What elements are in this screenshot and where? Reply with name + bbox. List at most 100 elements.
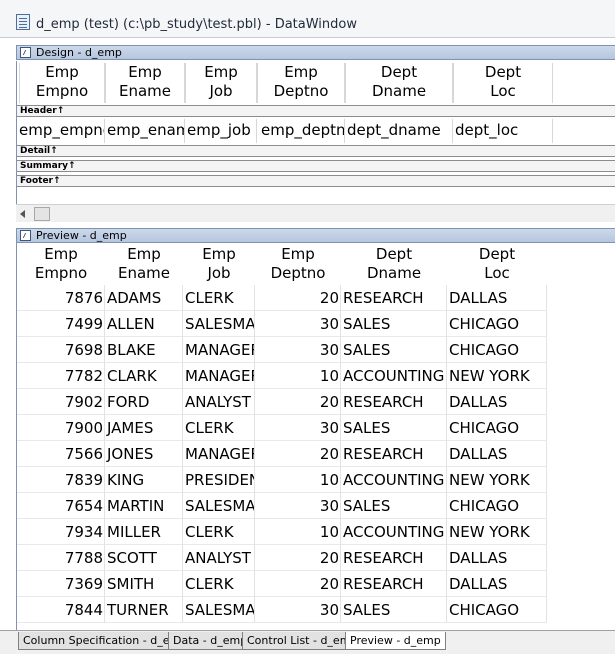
- cell-empno[interactable]: 7782: [17, 363, 105, 389]
- cell-empno[interactable]: 7844: [17, 597, 105, 623]
- cell-job[interactable]: SALESMAN: [183, 493, 255, 519]
- cell-empno[interactable]: 7499: [17, 311, 105, 337]
- cell-dname[interactable]: ACCOUNTING: [341, 467, 447, 493]
- cell-empno[interactable]: 7934: [17, 519, 105, 545]
- cell-empno[interactable]: 7902: [17, 389, 105, 415]
- cell-job[interactable]: MANAGER: [183, 363, 255, 389]
- table-row[interactable]: 7844TURNERSALESMAN30SALESCHICAGO: [17, 597, 548, 623]
- cell-dname[interactable]: RESEARCH: [341, 441, 447, 467]
- cell-loc[interactable]: CHICAGO: [447, 415, 547, 441]
- table-row[interactable]: 7788 SCOTT ANALYST 20 RESEARCH DALLAS: [17, 545, 548, 571]
- design-header-loc[interactable]: Dept Loc: [453, 63, 553, 103]
- table-row[interactable]: 7654MARTINSALESMAN30SALESCHICAGO: [17, 493, 548, 519]
- cell-dname[interactable]: ACCOUNTING: [341, 363, 447, 389]
- cell-loc[interactable]: DALLAS: [447, 571, 547, 597]
- cell-job[interactable]: MANAGER: [183, 337, 255, 363]
- cell-loc[interactable]: DALLAS: [447, 389, 547, 415]
- cell-ename[interactable]: JAMES: [105, 415, 183, 441]
- cell-deptno[interactable]: 30: [255, 337, 341, 363]
- cell-job[interactable]: ANALYST: [183, 389, 255, 415]
- table-row[interactable]: 7566 JONES MANAGER 20 RESEARCH DALLAS: [17, 441, 548, 467]
- cell-deptno[interactable]: 30: [255, 415, 341, 441]
- design-panel-header[interactable]: Design - d_emp: [16, 45, 615, 60]
- design-column-dept-dname[interactable]: dept_dname: [345, 119, 453, 143]
- cell-dname[interactable]: RESEARCH: [341, 389, 447, 415]
- table-row[interactable]: 7369 SMITH CLERK 20 RESEARCH DALLAS: [17, 571, 548, 597]
- cell-empno[interactable]: 7654: [17, 493, 105, 519]
- cell-job[interactable]: CLERK: [183, 519, 255, 545]
- cell-deptno[interactable]: 30: [255, 493, 341, 519]
- cell-dname[interactable]: SALES: [341, 337, 447, 363]
- design-column-emp-ename[interactable]: emp_ename: [105, 119, 185, 143]
- cell-loc[interactable]: DALLAS: [447, 441, 547, 467]
- cell-ename[interactable]: SMITH: [105, 571, 183, 597]
- cell-loc[interactable]: CHICAGO: [447, 337, 547, 363]
- cell-deptno[interactable]: 10: [255, 363, 341, 389]
- design-column-emp-deptno[interactable]: emp_deptno: [257, 119, 345, 143]
- cell-ename[interactable]: MARTIN: [105, 493, 183, 519]
- header-band-bar[interactable]: Header↑: [17, 105, 615, 117]
- cell-ename[interactable]: BLAKE: [105, 337, 183, 363]
- tab-column-specification[interactable]: Column Specification - d_emp: [18, 632, 193, 650]
- cell-loc[interactable]: NEW YORK: [447, 363, 547, 389]
- design-column-emp-empno[interactable]: emp_empno: [17, 119, 105, 143]
- cell-job[interactable]: PRESIDENT: [183, 467, 255, 493]
- cell-job[interactable]: CLERK: [183, 415, 255, 441]
- footer-band-bar[interactable]: Footer↑: [17, 175, 615, 187]
- cell-dname[interactable]: SALES: [341, 493, 447, 519]
- cell-empno[interactable]: 7900: [17, 415, 105, 441]
- cell-deptno[interactable]: 30: [255, 597, 341, 623]
- design-column-emp-job[interactable]: emp_job: [185, 119, 257, 143]
- cell-deptno[interactable]: 10: [255, 467, 341, 493]
- design-header-dname[interactable]: Dept Dname: [345, 63, 453, 103]
- preview-grid[interactable]: Emp Empno Emp Ename Emp Job Emp Deptno D…: [16, 243, 615, 630]
- cell-loc[interactable]: NEW YORK: [447, 467, 547, 493]
- table-row[interactable]: 7902 FORD ANALYST 20 RESEARCH DALLAS: [17, 389, 548, 415]
- scroll-thumb[interactable]: [34, 207, 50, 221]
- table-row[interactable]: 7782 CLARK MANAGER 10 ACCOUNTING NEW YORK: [17, 363, 548, 389]
- design-canvas[interactable]: Emp Empno Emp Ename Emp Job Emp Deptno D…: [16, 61, 615, 204]
- design-header-empno[interactable]: Emp Empno: [19, 63, 105, 103]
- tab-data[interactable]: Data - d_emp: [168, 632, 253, 650]
- cell-deptno[interactable]: 20: [255, 389, 341, 415]
- cell-loc[interactable]: CHICAGO: [447, 311, 547, 337]
- summary-band-bar[interactable]: Summary↑: [17, 160, 615, 172]
- cell-job[interactable]: SALESMAN: [183, 311, 255, 337]
- cell-ename[interactable]: JONES: [105, 441, 183, 467]
- cell-dname[interactable]: RESEARCH: [341, 571, 447, 597]
- cell-empno[interactable]: 7788: [17, 545, 105, 571]
- cell-deptno[interactable]: 30: [255, 311, 341, 337]
- cell-deptno[interactable]: 10: [255, 519, 341, 545]
- table-row[interactable]: 7499ALLENSALESMAN30SALESCHICAGO: [17, 311, 548, 337]
- cell-job[interactable]: ANALYST: [183, 545, 255, 571]
- cell-ename[interactable]: SCOTT: [105, 545, 183, 571]
- design-header-deptno[interactable]: Emp Deptno: [257, 63, 345, 103]
- cell-loc[interactable]: DALLAS: [447, 545, 547, 571]
- cell-empno[interactable]: 7369: [17, 571, 105, 597]
- design-header-job[interactable]: Emp Job: [185, 63, 257, 103]
- cell-deptno[interactable]: 20: [255, 545, 341, 571]
- table-row[interactable]: 7876 ADAMS CLERK 20 RESEARCH DALLAS: [17, 285, 548, 311]
- cell-empno[interactable]: 7698: [17, 337, 105, 363]
- cell-ename[interactable]: ADAMS: [105, 285, 183, 311]
- table-row[interactable]: 7698 BLAKE MANAGER 30 SALES CHICAGO: [17, 337, 548, 363]
- cell-loc[interactable]: CHICAGO: [447, 493, 547, 519]
- cell-job[interactable]: CLERK: [183, 285, 255, 311]
- design-horizontal-scrollbar[interactable]: [16, 204, 615, 222]
- scroll-left-arrow-icon[interactable]: [20, 210, 25, 218]
- cell-ename[interactable]: FORD: [105, 389, 183, 415]
- design-header-ename[interactable]: Emp Ename: [105, 63, 185, 103]
- cell-loc[interactable]: CHICAGO: [447, 597, 547, 623]
- table-row[interactable]: 7934 MILLER CLERK 10 ACCOUNTING NEW YORK: [17, 519, 548, 545]
- cell-dname[interactable]: RESEARCH: [341, 285, 447, 311]
- cell-deptno[interactable]: 20: [255, 571, 341, 597]
- detail-band-bar[interactable]: Detail↑: [17, 145, 615, 157]
- table-row[interactable]: 7839KINGPRESIDENT10ACCOUNTINGNEW YORK: [17, 467, 548, 493]
- cell-ename[interactable]: ALLEN: [105, 311, 183, 337]
- cell-dname[interactable]: SALES: [341, 415, 447, 441]
- cell-deptno[interactable]: 20: [255, 285, 341, 311]
- cell-deptno[interactable]: 20: [255, 441, 341, 467]
- cell-loc[interactable]: DALLAS: [447, 285, 547, 311]
- cell-ename[interactable]: KING: [105, 467, 183, 493]
- cell-empno[interactable]: 7839: [17, 467, 105, 493]
